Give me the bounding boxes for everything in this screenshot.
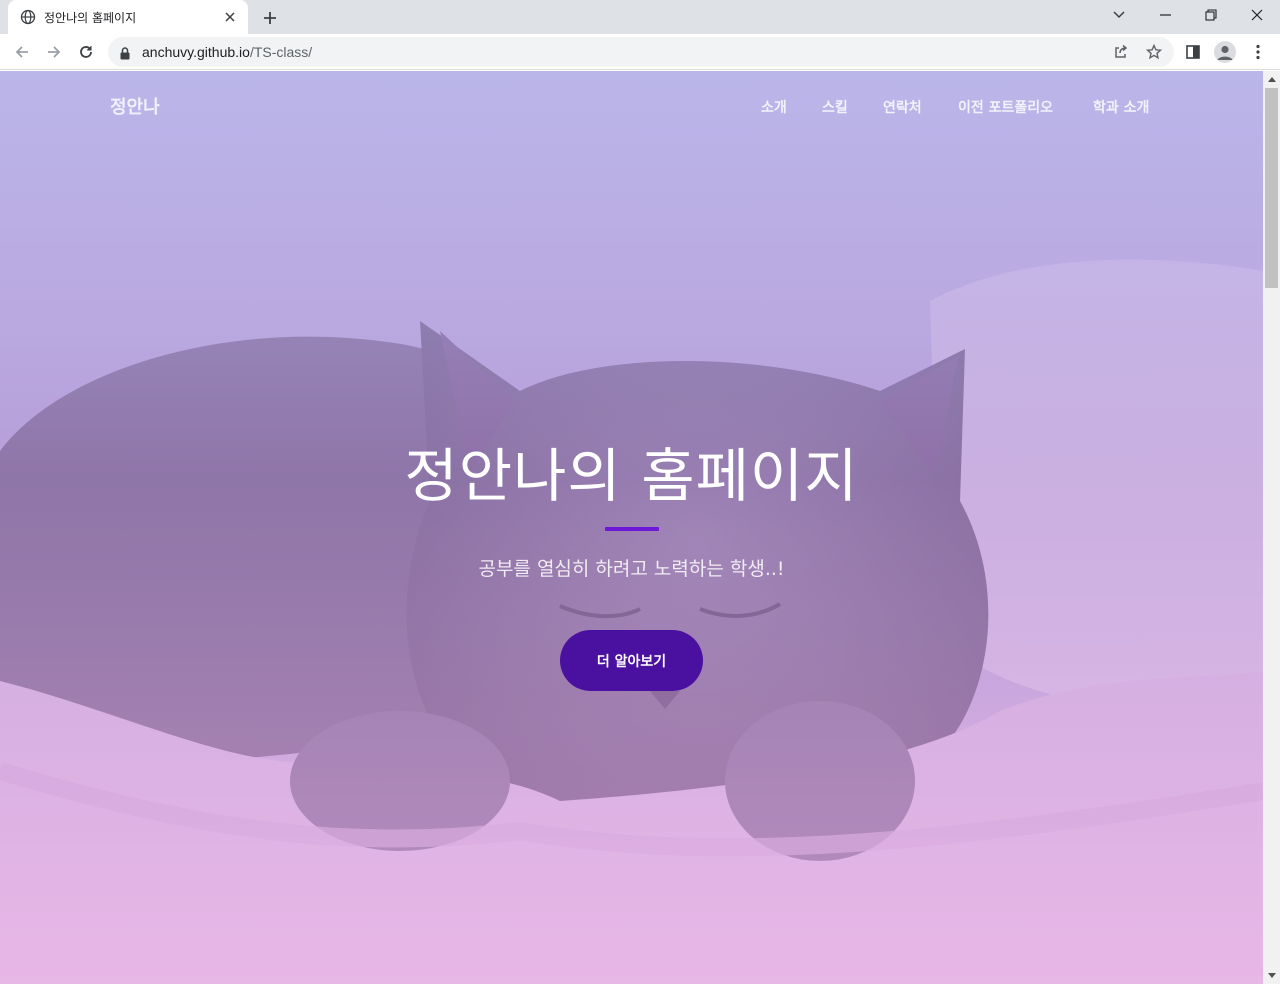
scroll-down-arrow-icon[interactable] — [1263, 967, 1280, 984]
globe-icon — [20, 9, 36, 25]
share-icon[interactable] — [1112, 43, 1130, 61]
address-bar[interactable]: anchuvy.github.io/TS-class/ — [108, 37, 1174, 67]
forward-icon[interactable] — [40, 38, 68, 66]
star-icon[interactable] — [1145, 43, 1163, 61]
restore-icon[interactable] — [1188, 0, 1234, 30]
menu-icon[interactable] — [1246, 40, 1270, 64]
browser-toolbar: anchuvy.github.io/TS-class/ — [0, 34, 1280, 70]
url-text: anchuvy.github.io/TS-class/ — [142, 44, 313, 60]
tab-strip: 정안나의 홈페이지 — [0, 0, 1280, 34]
hero-subtitle: 공부를 열심히 하려고 노력하는 학생..! — [478, 558, 785, 580]
scroll-thumb[interactable] — [1265, 88, 1278, 288]
tab-title: 정안나의 홈페이지 — [44, 10, 137, 25]
tab-search-icon[interactable] — [1096, 0, 1142, 30]
reload-icon[interactable] — [72, 38, 100, 66]
scroll-up-arrow-icon[interactable] — [1263, 71, 1280, 88]
page-viewport: 정안나 소개 스킬 연락처 이전 포트폴리오 학과 소개 정안나의 홈페이지 공… — [0, 71, 1263, 984]
side-panel-icon[interactable] — [1181, 40, 1205, 64]
lock-icon[interactable] — [120, 45, 130, 64]
nav-item-portfolio[interactable]: 이전 포트폴리오 — [958, 97, 1053, 117]
profile-icon[interactable] — [1213, 40, 1237, 64]
new-tab-button[interactable] — [258, 6, 282, 30]
close-tab-icon[interactable] — [222, 9, 238, 25]
nav-item-skills[interactable]: 스킬 — [822, 97, 848, 117]
title-divider — [605, 527, 659, 531]
nav-item-department[interactable]: 학과 소개 — [1093, 97, 1149, 117]
back-icon[interactable] — [8, 38, 36, 66]
page-scrollbar[interactable] — [1263, 71, 1280, 984]
nav-item-contact[interactable]: 연락처 — [883, 97, 922, 117]
close-window-icon[interactable] — [1234, 0, 1280, 30]
nav-item-about[interactable]: 소개 — [761, 97, 787, 117]
minimize-icon[interactable] — [1142, 0, 1188, 30]
site-brand[interactable]: 정안나 — [110, 93, 160, 119]
learn-more-button[interactable]: 더 알아보기 — [560, 630, 703, 691]
hero-title: 정안나의 홈페이지 — [404, 442, 859, 510]
browser-tab[interactable]: 정안나의 홈페이지 — [8, 0, 248, 34]
